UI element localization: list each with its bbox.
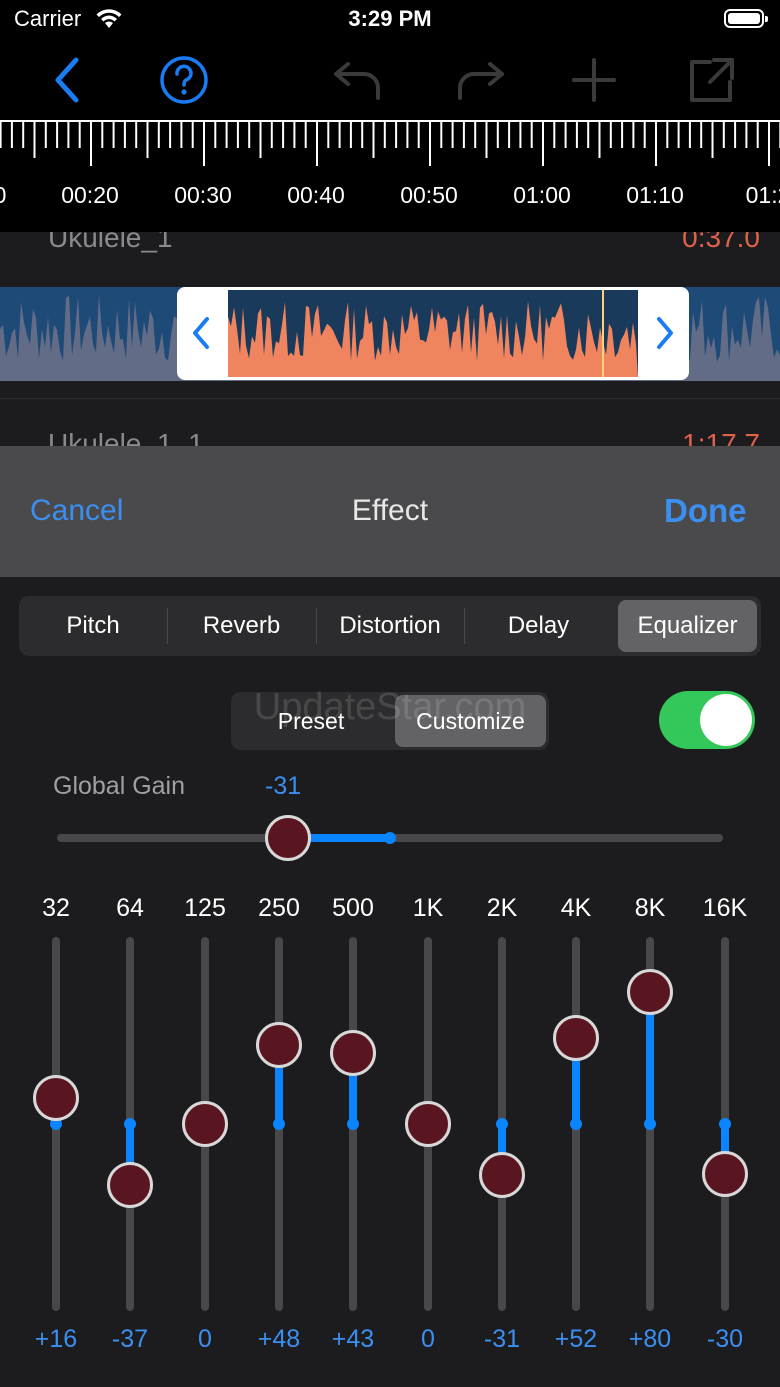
eq-band-center-dot (347, 1118, 359, 1130)
ruler-time-label: 01:10 (626, 182, 684, 208)
trim-right-handle-icon[interactable] (651, 315, 679, 351)
tab-reverb[interactable]: Reverb (167, 596, 316, 656)
eq-band-thumb[interactable] (405, 1101, 451, 1147)
track-duration: 0:37.0 (682, 232, 760, 253)
eq-band-value: +48 (257, 1325, 301, 1353)
ruler-time-label: 00:30 (174, 182, 232, 208)
ruler-time-label: 0 (0, 182, 45, 209)
question-circle-icon[interactable] (156, 54, 212, 106)
eq-band-thumb[interactable] (627, 969, 673, 1015)
eq-enable-toggle[interactable] (659, 691, 755, 749)
eq-band-value: -37 (111, 1325, 149, 1353)
status-time: 3:29 PM (348, 6, 432, 31)
eq-band-thumb[interactable] (182, 1101, 228, 1147)
eq-band-value: +52 (554, 1325, 598, 1353)
eq-band-center-dot (719, 1118, 731, 1130)
eq-band-value: +16 (34, 1325, 78, 1353)
eq-band-value: -31 (483, 1325, 521, 1353)
eq-band-label: 16K (702, 894, 748, 922)
eq-band-label: 4K (560, 894, 592, 922)
eq-band-thumb[interactable] (553, 1015, 599, 1062)
redo-icon[interactable] (452, 54, 508, 106)
eq-band-center-dot (124, 1118, 136, 1130)
chevron-left-icon[interactable] (40, 54, 96, 106)
track-duration: 1:17.7 (682, 428, 760, 446)
status-bar: Carrier 3:29 PM (0, 0, 780, 42)
global-gain-thumb[interactable] (265, 815, 311, 861)
eq-band-center-dot (273, 1118, 285, 1130)
global-gain-value: -31 (265, 772, 302, 800)
eq-band-value: +43 (331, 1325, 375, 1353)
eq-band-thumb[interactable] (330, 1030, 376, 1077)
track-name: Ukulele_1_1 (48, 428, 204, 446)
eq-band-center-dot (570, 1118, 582, 1130)
eq-band-label: 64 (116, 894, 144, 922)
eq-band-label: 500 (332, 894, 374, 922)
eq-band-thumb[interactable] (479, 1152, 525, 1199)
eq-band-thumb[interactable] (256, 1021, 302, 1068)
eq-band-label: 2K (486, 894, 518, 922)
track-divider (0, 398, 780, 399)
global-gain-label: Global Gain (53, 772, 186, 800)
track-name: Ukulele_1 (48, 232, 173, 253)
time-ruler[interactable] (0, 118, 780, 230)
clip-waveform[interactable] (228, 290, 638, 377)
toggle-knob (700, 694, 752, 746)
eq-band-value: -30 (706, 1325, 744, 1353)
selected-clip[interactable] (177, 287, 689, 380)
ruler-time-label: 00:40 (287, 182, 345, 208)
tab-delay[interactable]: Delay (464, 596, 613, 656)
plus-icon[interactable] (566, 54, 622, 106)
tab-pitch[interactable]: Pitch (19, 596, 167, 656)
done-button[interactable]: Done (664, 492, 747, 530)
eq-band-center-dot (496, 1118, 508, 1130)
trim-left-handle-icon[interactable] (187, 315, 215, 351)
ruler-time-label: 01:2 (745, 182, 780, 208)
eq-band-center-dot (644, 1118, 656, 1130)
undo-icon[interactable] (330, 54, 386, 106)
eq-band-thumb[interactable] (107, 1162, 153, 1209)
eq-band-value: 0 (198, 1325, 212, 1353)
eq-band-thumb[interactable] (33, 1074, 79, 1121)
eq-band-label: 8K (634, 894, 666, 922)
eq-band-value: 0 (421, 1325, 435, 1353)
global-gain-center-dot (384, 832, 396, 844)
eq-band-thumb[interactable] (702, 1150, 748, 1197)
eq-band-label: 125 (184, 894, 226, 922)
eq-band-label: 1K (412, 894, 444, 922)
eq-band-label: 32 (42, 894, 70, 922)
eq-band-label: 250 (258, 894, 300, 922)
ruler-time-label: 00:20 (61, 182, 119, 208)
mode-preset[interactable]: Preset (231, 692, 391, 750)
tab-equalizer[interactable]: Equalizer (618, 596, 757, 656)
ruler-time-label: 01:00 (513, 182, 571, 208)
tab-distortion[interactable]: Distortion (316, 596, 464, 656)
ruler-time-label: 00:50 (400, 182, 458, 208)
eq-band-value: +80 (628, 1325, 672, 1353)
share-icon[interactable] (684, 54, 740, 106)
effect-title: Effect (351, 494, 429, 527)
mode-customize[interactable]: Customize (395, 692, 546, 750)
battery-icon (724, 9, 768, 28)
